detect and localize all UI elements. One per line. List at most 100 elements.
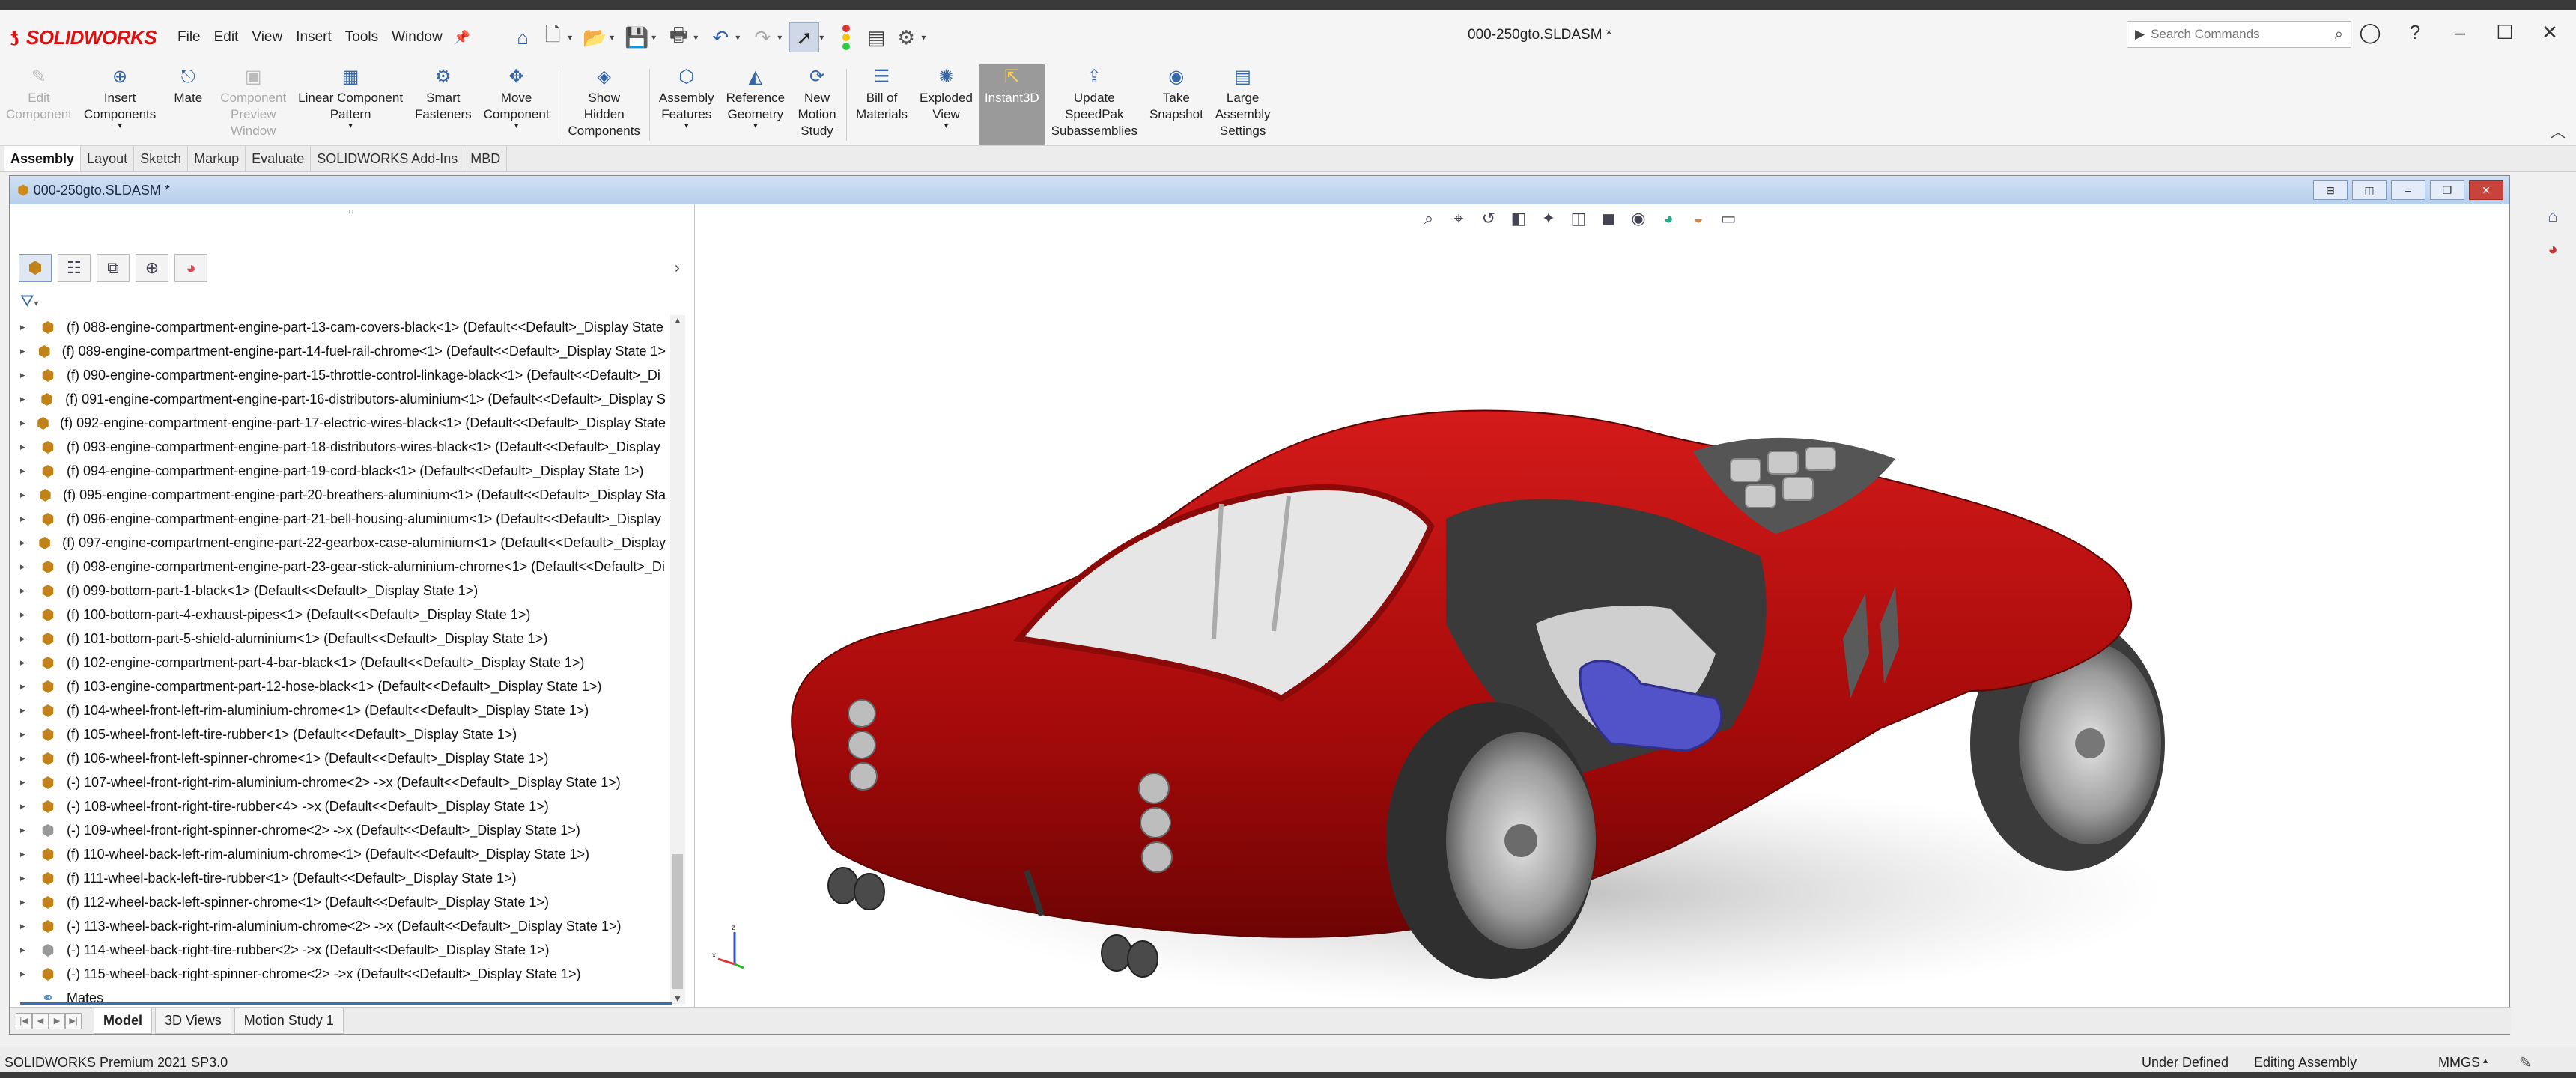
exploded-view-button[interactable]: ✺ Exploded View ▾ (914, 64, 979, 145)
rebuild-traffic-light-icon[interactable] (831, 22, 861, 52)
expand-arrow-icon[interactable]: ▸ (20, 585, 38, 597)
tab-assembly[interactable]: Assembly (4, 146, 82, 171)
file-properties-icon[interactable]: ▤ (861, 22, 891, 52)
tab-layout[interactable]: Layout (81, 146, 135, 171)
bottom-tab-motion-study-1[interactable]: Motion Study 1 (234, 1008, 344, 1034)
menu-edit[interactable]: Edit (207, 29, 246, 46)
tree-item[interactable]: ▸ ⬢ (f) 096-engine-compartment-engine-part… (20, 507, 666, 531)
tree-item[interactable]: ▸ ⬢ (f) 103-engine-compartment-part-12-hos… (20, 674, 666, 698)
expand-arrow-icon[interactable]: ▸ (20, 417, 35, 429)
expand-arrow-icon[interactable]: ▸ (20, 896, 38, 908)
expand-arrow-icon[interactable]: ▸ (20, 752, 38, 764)
feature-manager-tree-tab-icon[interactable]: ⬢ (19, 254, 52, 282)
expand-arrow-icon[interactable]: ▸ (20, 680, 38, 692)
scroll-up-arrow-icon[interactable]: ▲ (673, 315, 682, 326)
expand-arrow-icon[interactable]: ▸ (20, 513, 38, 525)
configuration-manager-tab-icon[interactable]: ⧉ (97, 254, 130, 282)
tree-item[interactable]: ▸ ⬢ (f) 110-wheel-back-left-rim-aluminium-… (20, 842, 666, 866)
tree-item[interactable]: ▸ ⬢ (f) 097-engine-compartment-engine-part… (20, 531, 666, 555)
expand-arrow-icon[interactable]: ▸ (20, 345, 36, 357)
ribbon-dropdown-icon[interactable]: ▾ (684, 123, 688, 130)
panel-grip-icon[interactable]: ○ (348, 206, 353, 216)
expand-arrow-icon[interactable]: ▸ (20, 920, 38, 932)
tree-item[interactable]: ▸ ⬢ (-) 108-wheel-front-right-tire-rubber<… (20, 794, 666, 818)
options-dropdown-icon[interactable]: ▾ (921, 32, 926, 43)
expand-arrow-icon[interactable]: ▸ (20, 369, 38, 381)
expand-arrow-icon[interactable]: ▸ (20, 728, 38, 740)
close-button[interactable]: ✕ (2539, 21, 2561, 44)
tree-item[interactable]: ▸ ⬢ (f) 095-engine-compartment-engine-part… (20, 483, 666, 507)
expand-arrow-icon[interactable]: ▸ (20, 393, 37, 405)
instant3d-button[interactable]: ⇱ Instant3D (978, 64, 1045, 145)
select-dropdown-icon[interactable]: ▾ (819, 32, 824, 43)
tree-item[interactable]: ▸ ⬢ (f) 090-engine-compartment-engine-part… (20, 363, 666, 387)
ribbon-dropdown-icon[interactable]: ▾ (753, 123, 757, 130)
quick-tips-icon[interactable]: ✎ (2519, 1053, 2532, 1072)
expand-arrow-icon[interactable]: ▸ (20, 633, 38, 645)
expand-arrow-icon[interactable]: ▸ (20, 872, 38, 884)
menu-insert[interactable]: Insert (289, 29, 338, 46)
menu-tools[interactable]: Tools (338, 29, 385, 46)
print-dropdown-icon[interactable]: ▾ (693, 32, 698, 43)
tree-item[interactable]: ▸ ⬢ (-) 114-wheel-back-right-tire-rubber<2… (20, 938, 666, 962)
scroll-down-arrow-icon[interactable]: ▼ (673, 993, 682, 1004)
open-dropdown-icon[interactable]: ▾ (610, 32, 614, 43)
expand-arrow-icon[interactable]: ▸ (20, 704, 38, 716)
tree-item[interactable]: ▸ ⬢ (f) 102-engine-compartment-part-4-bar-… (20, 651, 666, 674)
display-manager-tab-icon[interactable]: ◕ (174, 254, 207, 282)
tile-vertical-button[interactable]: ◫ (2352, 180, 2387, 200)
new-document-icon[interactable]: 🗋 (538, 22, 568, 52)
graphics-viewport[interactable]: ⌕ ⌖ ↺ ◧ ✦ ◫ ◼ ◉ ◕ ◒ ▭ z x (697, 204, 2509, 1007)
select-arrow-icon[interactable]: ➚ (789, 22, 820, 52)
expand-arrow-icon[interactable]: ▸ (20, 561, 38, 573)
tree-item[interactable]: ▸ ⬢ (f) 098-engine-compartment-engine-part… (20, 555, 666, 579)
menu-file[interactable]: File (171, 29, 207, 46)
expand-arrow-icon[interactable]: ▸ (20, 800, 38, 812)
show-hidden-button[interactable]: ◈ Show Hidden Components (562, 64, 646, 145)
tree-item[interactable]: ▸ ⬢ (f) 111-wheel-back-left-tire-rubber<1>… (20, 866, 666, 890)
expand-arrow-icon[interactable]: ▸ (20, 537, 36, 549)
snapshot-button[interactable]: ◉ Take Snapshot (1143, 64, 1209, 145)
search-commands-input[interactable]: ▶ Search Commands ⌕ (2127, 21, 2351, 48)
component-preview-button[interactable]: ▣ Component Preview Window (214, 64, 292, 145)
tile-horizontal-button[interactable]: ⊟ (2313, 180, 2348, 200)
insert-components-button[interactable]: ⊕ Insert Components ▾ (78, 64, 162, 145)
tree-item[interactable]: ▸ ⬢ (f) 104-wheel-front-left-rim-aluminium… (20, 698, 666, 722)
tree-rollback-bar[interactable] (20, 1002, 672, 1005)
doc-restore-button[interactable]: ❐ (2430, 180, 2464, 200)
expand-arrow-icon[interactable]: ▸ (20, 824, 38, 836)
move-component-button[interactable]: ✥ Move Component ▾ (478, 64, 556, 145)
menu-window[interactable]: Window (385, 29, 449, 46)
pin-icon[interactable]: 📌 (454, 30, 470, 46)
appearances-icon[interactable]: ◕ (2540, 237, 2566, 262)
tree-item[interactable]: ▸ ⬢ (f) 088-engine-compartment-engine-part… (20, 315, 666, 339)
expand-arrow-icon[interactable]: ▸ (20, 489, 37, 501)
tab-solidworks-add-ins[interactable]: SOLIDWORKS Add-Ins (311, 146, 465, 171)
expand-arrow-icon[interactable]: ▸ (20, 848, 38, 860)
motion-study-button[interactable]: ⟳ New Motion Study (791, 64, 843, 145)
tree-item[interactable]: ▸ ⬢ (-) 115-wheel-back-right-spinner-chrom… (20, 962, 666, 986)
undo-dropdown-icon[interactable]: ▾ (735, 32, 740, 43)
search-icon[interactable]: ⌕ (2335, 26, 2343, 43)
assembly-features-button[interactable]: ⬡ Assembly Features ▾ (653, 64, 720, 145)
tree-vertical-scrollbar[interactable]: ▲ ▼ (670, 315, 685, 1004)
collapse-ribbon-chevron-icon[interactable]: ︿ (2551, 120, 2566, 141)
redo-icon[interactable]: ↷ (747, 22, 777, 52)
next-tab-icon[interactable]: ▶ (49, 1012, 65, 1029)
ribbon-dropdown-icon[interactable]: ▾ (514, 123, 518, 130)
tree-item[interactable]: ▸ ⬢ (f) 100-bottom-part-4-exhaust-pipes<1>… (20, 603, 666, 627)
expand-arrow-icon[interactable]: ▸ (20, 465, 38, 477)
tree-item[interactable]: ▸ ⬢ (-) 109-wheel-front-right-spinner-chro… (20, 818, 666, 842)
dimxpert-manager-tab-icon[interactable]: ⊕ (136, 254, 168, 282)
options-gear-icon[interactable]: ⚙ (891, 22, 921, 52)
expand-panel-arrow-icon[interactable]: › (675, 260, 680, 277)
print-icon[interactable]: 🖶 (663, 22, 693, 52)
user-account-icon[interactable]: ◯ (2359, 21, 2381, 44)
prev-tab-icon[interactable]: ◀ (32, 1012, 49, 1029)
expand-arrow-icon[interactable]: ▸ (20, 776, 38, 788)
edit-component-button[interactable]: ✎ Edit Component (0, 64, 78, 145)
new-dropdown-icon[interactable]: ▾ (568, 32, 572, 43)
expand-arrow-icon[interactable]: ▸ (20, 968, 38, 980)
tree-item[interactable]: ▸ ⬢ (f) 091-engine-compartment-engine-part… (20, 387, 666, 411)
maximize-button[interactable]: ☐ (2494, 21, 2516, 44)
